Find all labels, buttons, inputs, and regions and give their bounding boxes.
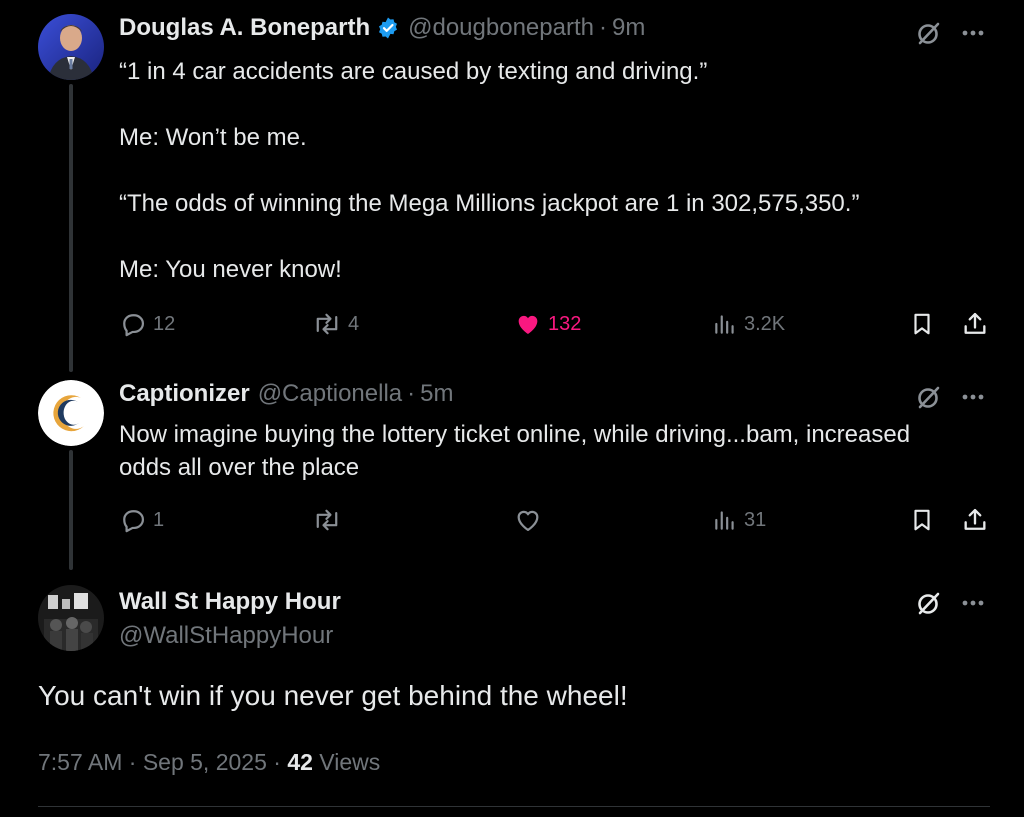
tweet-header: Douglas A. Boneparth @dougboneparth · 9m (119, 14, 645, 42)
avatar[interactable] (38, 14, 104, 80)
verified-badge-icon (376, 16, 400, 40)
tweet-actions: 1 31 (119, 502, 999, 538)
views-label: Views (312, 749, 381, 775)
tweet-header: Captionizer @Captionella · 5m (119, 380, 453, 408)
bookmark-icon (909, 310, 935, 338)
reply-count: 12 (153, 312, 176, 335)
timestamp[interactable]: 9m (612, 14, 645, 42)
reply-icon (119, 506, 147, 534)
display-name[interactable]: Wall St Happy Hour (119, 588, 341, 616)
tweet-text: You can't win if you never get behind th… (38, 680, 628, 711)
bookmark-button[interactable] (909, 502, 935, 538)
views-count: 3.2K (744, 312, 786, 335)
tweet-actions: 12 4 132 3.2K (119, 306, 999, 342)
divider (38, 806, 990, 807)
conversation-thread: Douglas A. Boneparth @dougboneparth · 9m (0, 0, 1024, 817)
tweet-text: “1 in 4 car accidents are caused by text… (119, 58, 860, 283)
like-button[interactable]: 132 (514, 306, 581, 342)
reply-button[interactable]: 1 (119, 502, 164, 538)
more-icon[interactable] (958, 18, 988, 48)
reply-icon (119, 310, 147, 338)
tweet-meta: 7:57 AM · Sep 5, 2025 · 42 Views (38, 749, 380, 776)
bookmark-button[interactable] (909, 306, 935, 342)
views-icon (712, 507, 738, 533)
like-icon (514, 506, 542, 534)
handle[interactable]: @WallStHappyHour (119, 622, 333, 650)
timestamp[interactable]: 5m (420, 380, 453, 408)
avatar[interactable] (38, 585, 104, 651)
tweet-text: Now imagine buying the lottery ticket on… (119, 421, 911, 481)
display-name[interactable]: Douglas A. Boneparth (119, 14, 370, 42)
thread-connector-line (69, 84, 73, 372)
separator-dot: · (598, 14, 607, 41)
repost-icon (312, 310, 342, 338)
timestamp[interactable]: 7:57 AM · Sep 5, 2025 · (38, 749, 287, 775)
display-name[interactable]: Captionizer (119, 380, 250, 408)
share-icon (961, 310, 989, 338)
more-icon[interactable] (958, 382, 988, 412)
reply-count: 1 (153, 508, 165, 531)
handle[interactable]: @dougboneparth (408, 14, 594, 42)
views-count: 31 (744, 508, 767, 531)
repost-count: 4 (348, 312, 360, 335)
views-button[interactable]: 31 (712, 502, 766, 538)
share-button[interactable] (961, 306, 989, 342)
reply-button[interactable]: 12 (119, 306, 175, 342)
repost-button[interactable] (312, 502, 342, 538)
repost-icon (312, 506, 342, 534)
handle[interactable]: @Captionella (258, 380, 402, 408)
bookmark-icon (909, 506, 935, 534)
like-count: 132 (548, 312, 582, 335)
thread-connector-line (69, 450, 73, 570)
more-icon[interactable] (958, 588, 988, 618)
like-button[interactable] (514, 502, 542, 538)
separator-dot: · (407, 380, 416, 407)
views-icon (712, 311, 738, 337)
share-icon (961, 506, 989, 534)
views-count[interactable]: 42 (287, 749, 313, 775)
views-button[interactable]: 3.2K (712, 306, 785, 342)
grok-icon[interactable] (914, 18, 944, 48)
grok-icon[interactable] (914, 588, 944, 618)
avatar[interactable] (38, 380, 104, 446)
like-icon (514, 310, 542, 338)
grok-icon[interactable] (914, 382, 944, 412)
repost-button[interactable]: 4 (312, 306, 359, 342)
share-button[interactable] (961, 502, 989, 538)
